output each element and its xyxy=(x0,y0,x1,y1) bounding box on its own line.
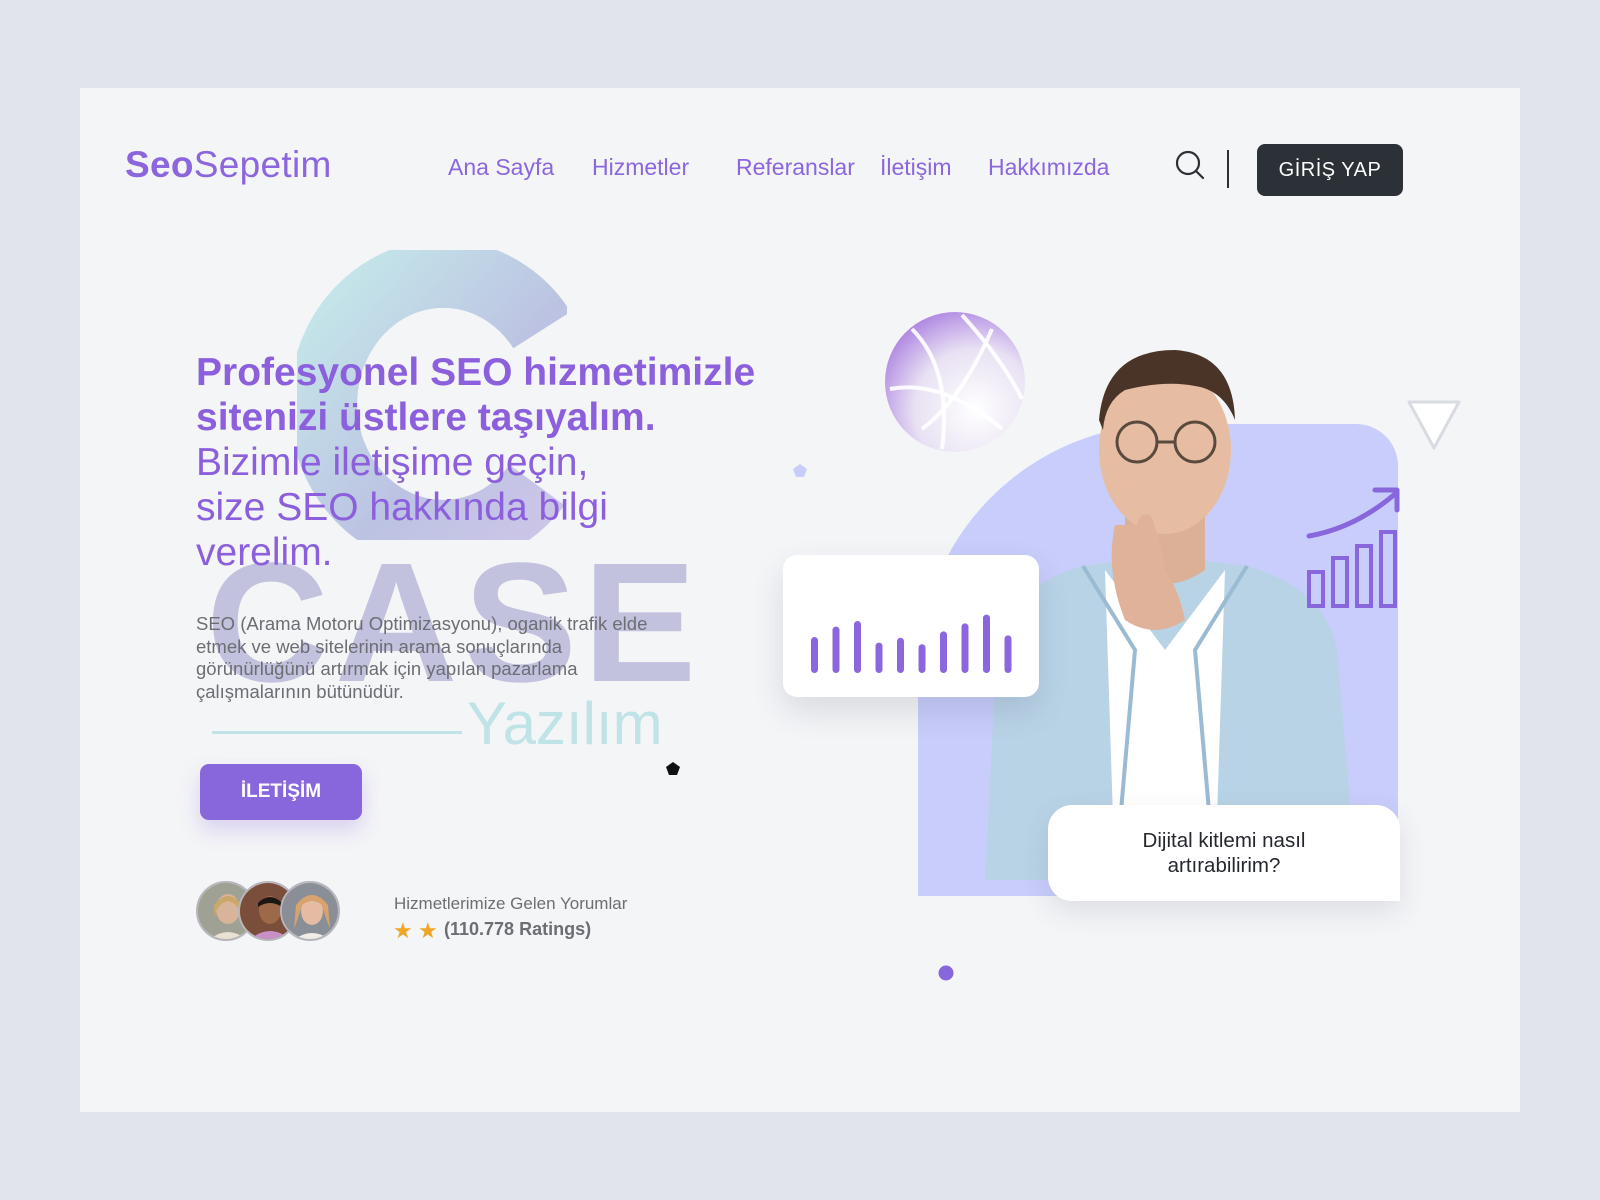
reviews-title: Hizmetlerimize Gelen Yorumlar xyxy=(394,894,628,913)
logo-bold: Seo xyxy=(125,144,194,185)
analytics-bars xyxy=(811,614,1012,673)
analytics-bar xyxy=(961,623,969,673)
hero-subtitle: Bizimle iletişime geçin, size SEO hakkın… xyxy=(196,440,696,575)
volleyball-icon xyxy=(885,312,1025,452)
hero-subtitle-line: verelim. xyxy=(196,531,333,574)
hero-subtitle-line: Bizimle iletişime geçin, xyxy=(196,441,589,484)
star-icon: ★ xyxy=(393,918,413,943)
chat-bubble: Dijital kitlemi nasıl artırabilirim? xyxy=(1048,805,1400,901)
nav-iletisim[interactable]: İletişim xyxy=(880,154,952,181)
logo[interactable]: SeoSepetim xyxy=(125,144,332,186)
nav-ana-sayfa[interactable]: Ana Sayfa xyxy=(448,154,554,181)
nav-hizmetler[interactable]: Hizmetler xyxy=(592,154,689,181)
ratings-count: (110.778 Ratings) xyxy=(444,919,592,939)
pentagon-dot xyxy=(793,464,807,477)
analytics-bar xyxy=(918,644,926,673)
avatar xyxy=(280,881,340,941)
pentagon-dot xyxy=(666,762,680,775)
hero-subtitle-line: size SEO hakkında bilgi xyxy=(196,486,608,529)
analytics-bar xyxy=(854,621,861,673)
analytics-bar xyxy=(940,631,947,673)
watermark-yazilim-text: Yazılım xyxy=(467,690,663,757)
triangle-icon xyxy=(1407,400,1461,450)
nav-referanslar[interactable]: Referanslar xyxy=(736,154,855,181)
analytics-bar xyxy=(811,637,818,673)
analytics-card xyxy=(783,555,1039,697)
analytics-bar xyxy=(875,642,883,673)
analytics-bar xyxy=(832,626,840,673)
login-button[interactable]: GİRİŞ YAP xyxy=(1257,144,1403,196)
analytics-bar xyxy=(1004,635,1012,673)
hero-title: Profesyonel SEO hizmetimizle sitenizi üs… xyxy=(196,351,756,439)
star-icon: ★ xyxy=(418,918,438,943)
analytics-bar xyxy=(897,637,904,673)
nav-hakkimizda[interactable]: Hakkımızda xyxy=(988,154,1109,181)
contact-button[interactable]: İLETİŞİM xyxy=(200,764,362,820)
header-divider xyxy=(1227,150,1229,188)
landing-page: CASE Yazılım SeoSepetim Ana Sayfa Hizmet… xyxy=(80,88,1520,1112)
circle-dot xyxy=(938,965,954,981)
growth-chart-icon xyxy=(1306,487,1400,608)
analytics-bar xyxy=(983,614,990,673)
search-icon[interactable] xyxy=(1175,150,1205,180)
logo-regular: Sepetim xyxy=(193,144,332,185)
watermark-divider xyxy=(212,731,462,734)
hero-description: SEO (Arama Motoru Optimizasyonu), oganik… xyxy=(196,613,648,702)
